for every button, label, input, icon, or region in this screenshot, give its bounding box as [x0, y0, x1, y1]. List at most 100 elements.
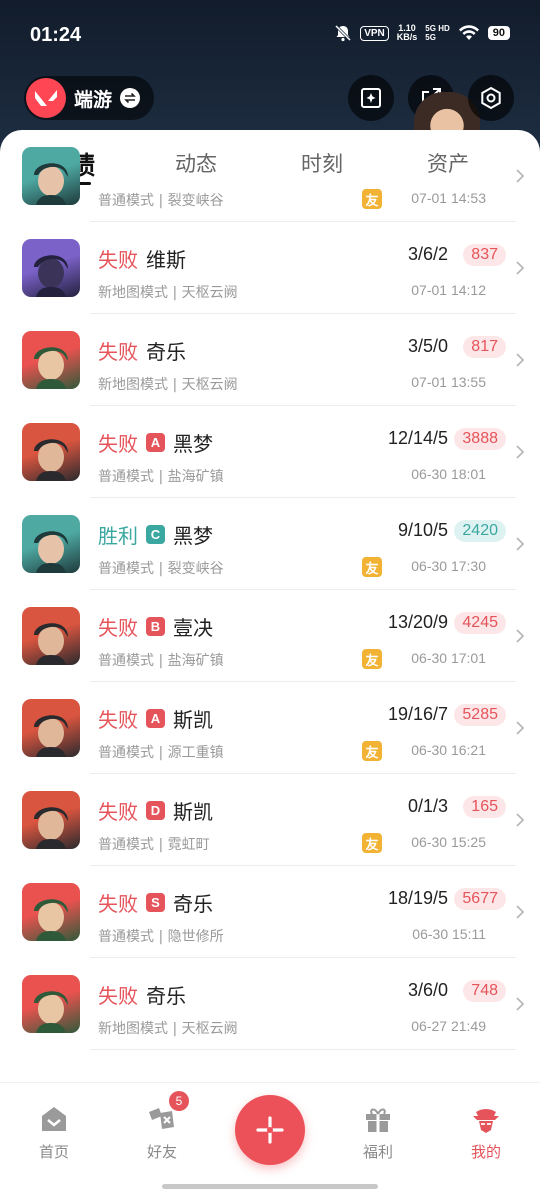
settings-button[interactable] — [468, 75, 514, 121]
map-name: 源工重镇 — [167, 745, 224, 761]
match-row[interactable]: 失败 S 奇乐 普通模式 | 隐世修所 18/19/5 5677 06-30 15:1… — [0, 866, 540, 958]
match-row[interactable]: 失败 A 斯凯 普通模式 | 源工重镇 19/16/7 5285 友 06-30 16… — [0, 682, 540, 774]
game-mode: 普通模式 — [98, 929, 154, 945]
agent-name: 维斯 — [146, 248, 186, 272]
match-result: 失败 — [98, 616, 138, 640]
agent-portrait — [22, 791, 80, 849]
combat-score: 4245 — [454, 612, 506, 634]
agent-name: 奇乐 — [173, 892, 213, 916]
agent-portrait — [22, 515, 80, 573]
plus-icon — [256, 1116, 284, 1144]
game-mode-switcher[interactable]: 端游 — [24, 76, 154, 120]
match-mode-map: 普通模式 | 裂变峡谷 — [98, 193, 224, 209]
gift-icon — [366, 1108, 390, 1132]
nav-home[interactable]: 首页 — [19, 1103, 89, 1162]
match-title: 失败 B 壹决 — [98, 612, 213, 641]
match-mode-map: 普通模式 | 盐海矿镇 — [98, 653, 224, 669]
status-bar: 01:24 VPN 1.10 KB/s 5G HD 5G 90 — [0, 0, 540, 72]
status-icons: VPN 1.10 KB/s 5G HD 5G 90 — [334, 24, 510, 42]
agent-portrait — [22, 147, 80, 205]
sparkle-card-button[interactable] — [348, 75, 394, 121]
friend-tag: 友 — [362, 189, 382, 209]
chevron-right-icon — [516, 721, 525, 735]
agent-portrait — [22, 975, 80, 1033]
agent-name: 奇乐 — [146, 340, 186, 364]
match-result: 胜利 — [98, 524, 138, 548]
agent-portrait — [22, 331, 80, 389]
rank-badge: A — [146, 433, 165, 452]
kda: 0/1/3 — [407, 796, 448, 816]
add-button[interactable] — [235, 1095, 305, 1165]
agent-portrait — [22, 239, 80, 297]
match-mode-map: 普通模式 | 隐世修所 — [98, 929, 224, 945]
match-mode-map: 新地图模式 | 天枢云阙 — [98, 285, 238, 301]
agent-name: 壹决 — [173, 616, 213, 640]
network-speed: 1.10 KB/s — [397, 24, 418, 42]
nav-mine[interactable]: 我的 — [451, 1103, 521, 1162]
vpn-indicator: VPN — [360, 25, 389, 41]
chevron-right-icon — [516, 537, 525, 551]
match-row[interactable]: 失败 奇乐 新地图模式 | 天枢云阙 3/5/0 817 07-01 13:55 — [0, 314, 540, 406]
agent-name: 斯凯 — [173, 708, 213, 732]
agent-name: 黑梦 — [173, 432, 213, 456]
match-time: 07-01 14:53 — [411, 190, 486, 206]
game-mode: 普通模式 — [98, 837, 154, 853]
chevron-right-icon — [516, 261, 525, 275]
game-mode: 普通模式 — [98, 745, 154, 761]
game-mode: 普通模式 — [98, 193, 154, 209]
kda: 9/10/5 — [397, 520, 448, 540]
match-row[interactable]: 失败 A 黑梦 普通模式 | 盐海矿镇 12/14/5 3888 06-30 18:0… — [0, 406, 540, 498]
match-row[interactable]: 失败 维斯 新地图模式 | 天枢云阙 3/6/2 837 07-01 14:12 — [0, 222, 540, 314]
match-result: 失败 — [98, 708, 138, 732]
nav-home-label: 首页 — [38, 1143, 69, 1161]
friends-badge: 5 — [169, 1091, 189, 1111]
rank-badge: A — [146, 709, 165, 728]
chevron-right-icon — [516, 169, 525, 183]
match-result: 失败 — [98, 248, 138, 272]
nav-mine-label: 我的 — [470, 1143, 501, 1161]
match-row[interactable]: 失败 D 斯凯 普通模式 | 霓虹町 0/1/3 165 友 06-30 15:25 — [0, 774, 540, 866]
match-row[interactable]: 胜利 C 黑梦 普通模式 | 裂变峡谷 9/10/5 2420 友 06-30 17:… — [0, 498, 540, 590]
nav-friends-label: 好友 — [146, 1143, 177, 1161]
match-title: 胜利 C 黑梦 — [98, 520, 213, 549]
kda: 19/16/7 — [387, 704, 448, 724]
match-result: 失败 — [98, 984, 138, 1008]
rank-badge: S — [146, 893, 165, 912]
match-row[interactable]: 失败 B 壹决 普通模式 | 盐海矿镇 13/20/9 4245 友 06-30 17… — [0, 590, 540, 682]
friend-tag: 友 — [362, 833, 382, 853]
match-mode-map: 普通模式 | 盐海矿镇 — [98, 469, 224, 485]
home-indicator — [162, 1184, 378, 1189]
map-name: 隐世修所 — [167, 929, 224, 945]
match-title: 失败 奇乐 — [98, 336, 186, 365]
combat-score: 748 — [463, 980, 506, 1002]
match-mode-map: 普通模式 | 源工重镇 — [98, 745, 224, 761]
match-mode-map: 普通模式 | 裂变峡谷 — [98, 561, 224, 577]
match-title: 失败 A 黑梦 — [98, 428, 213, 457]
combat-score: 2420 — [454, 520, 506, 542]
match-result: 失败 — [98, 432, 138, 456]
chevron-right-icon — [516, 445, 525, 459]
match-time: 06-30 15:11 — [412, 926, 486, 942]
kda: 12/14/5 — [387, 428, 448, 448]
chevron-right-icon — [516, 905, 525, 919]
match-result: 失败 — [98, 892, 138, 916]
agent-mask-icon — [473, 1109, 499, 1133]
agent-portrait — [22, 607, 80, 665]
nav-welfare[interactable]: 福利 — [343, 1103, 413, 1162]
match-time: 06-30 15:25 — [411, 834, 486, 850]
match-time: 06-30 17:01 — [411, 650, 486, 666]
chevron-right-icon — [516, 813, 525, 827]
chevron-right-icon — [516, 997, 525, 1011]
match-row[interactable]: 普通模式 | 裂变峡谷 友 07-01 14:53 — [0, 130, 540, 222]
network-type-bottom: 5G — [425, 33, 436, 42]
map-name: 盐海矿镇 — [167, 653, 224, 669]
map-name: 裂变峡谷 — [167, 561, 224, 577]
nav-friends[interactable]: 好友 5 — [127, 1091, 197, 1162]
map-name: 天枢云阙 — [181, 1021, 238, 1037]
mute-bell-icon — [335, 24, 352, 42]
combat-score: 5285 — [454, 704, 506, 726]
match-title: 失败 S 奇乐 — [98, 888, 213, 917]
map-name: 裂变峡谷 — [167, 193, 224, 209]
match-row[interactable]: 失败 奇乐 新地图模式 | 天枢云阙 3/6/0 748 06-27 21:49 — [0, 958, 540, 1050]
match-title: 失败 A 斯凯 — [98, 704, 213, 733]
